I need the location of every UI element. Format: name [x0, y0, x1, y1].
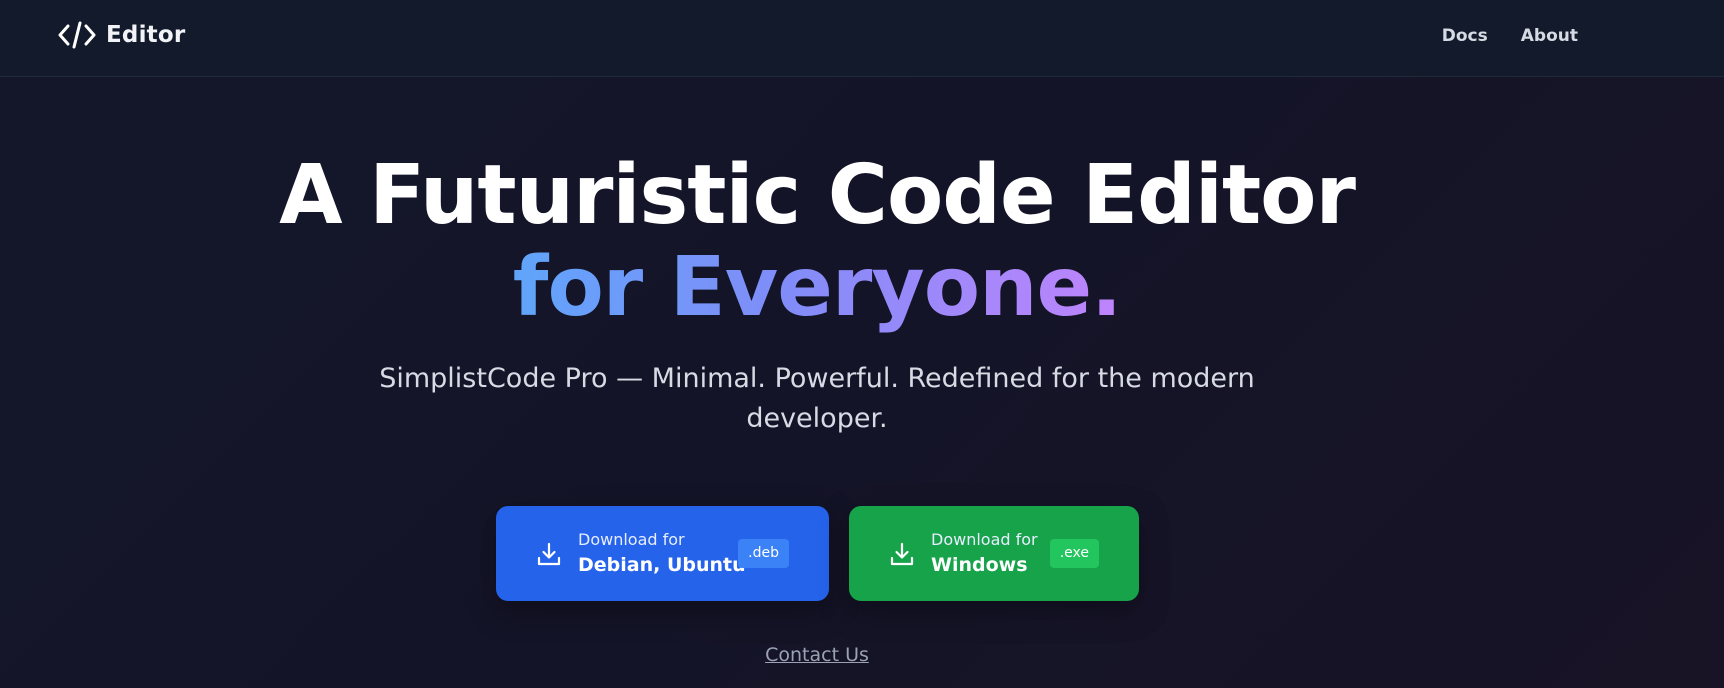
brand-name: Editor: [106, 22, 186, 48]
download-icon: [890, 542, 914, 565]
download-prefix: Download for: [931, 529, 1038, 549]
nav-link-docs[interactable]: Docs: [1442, 26, 1488, 46]
download-platform: Windows: [931, 553, 1028, 576]
download-buttons: Download for Debian, Ubuntu .deb Downloa…: [496, 506, 1139, 601]
nav-link-about[interactable]: About: [1521, 26, 1578, 46]
headline-line-2: for Everyone.: [512, 240, 1122, 335]
hero-section: A Futuristic Code Editor for Everyone. S…: [0, 150, 1634, 439]
contact-us-link[interactable]: Contact Us: [765, 644, 869, 666]
nav-links: Docs About: [1442, 26, 1578, 46]
file-type-badge: .exe: [1049, 539, 1099, 568]
download-windows-button[interactable]: Download for Windows .exe: [849, 506, 1139, 601]
file-type-badge: .deb: [738, 539, 789, 568]
download-platform: Debian, Ubuntu: [578, 553, 746, 576]
code-icon: [58, 21, 96, 49]
top-navbar: Editor Docs About: [0, 0, 1724, 77]
download-icon: [537, 542, 561, 565]
download-debian-button[interactable]: Download for Debian, Ubuntu .deb: [496, 506, 829, 601]
download-prefix: Download for: [578, 529, 685, 549]
download-debian-text: Download for Debian, Ubuntu: [578, 529, 746, 579]
headline-line-1: A Futuristic Code Editor: [279, 148, 1356, 243]
brand-logo[interactable]: Editor: [58, 20, 185, 50]
hero-subtitle: SimplistCode Pro — Minimal. Powerful. Re…: [379, 363, 1255, 434]
contact-section: Contact Us: [0, 644, 1634, 666]
hero-headline: A Futuristic Code Editor for Everyone.: [0, 150, 1634, 334]
download-windows-text: Download for Windows: [931, 529, 1038, 579]
